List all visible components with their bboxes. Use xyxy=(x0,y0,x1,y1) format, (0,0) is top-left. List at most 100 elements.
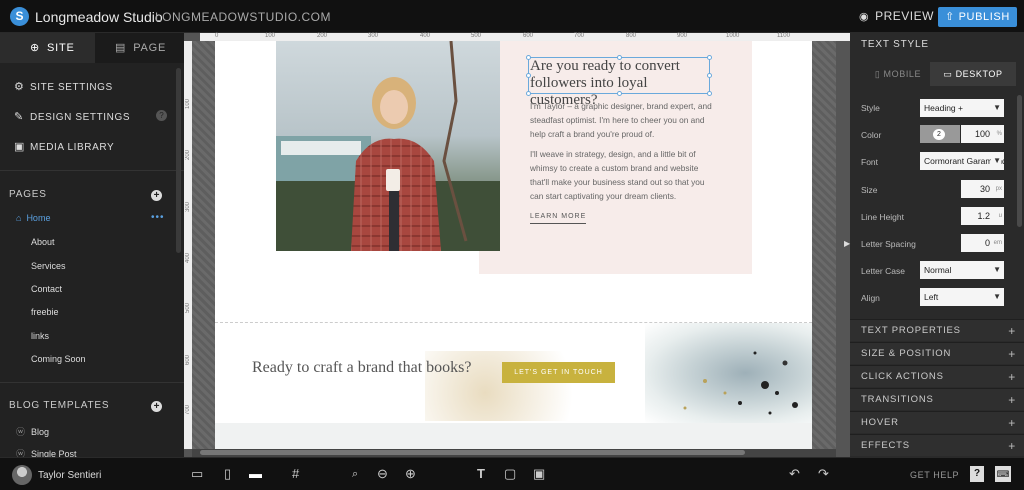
sidebar-item-site-settings[interactable]: ⚙ SITE SETTINGS xyxy=(14,80,113,93)
ruler-top: 0 100 200 300 400 500 600 700 800 900 10… xyxy=(200,33,850,41)
mobile-view-icon[interactable]: ▯ xyxy=(224,466,231,482)
tab-site-label: SITE xyxy=(47,42,75,54)
zoom-out-icon[interactable]: ⊖ xyxy=(377,466,388,482)
section-click-actions[interactable]: CLICK ACTIONS + xyxy=(850,365,1024,387)
page-item-contact[interactable]: Contact xyxy=(31,284,62,294)
letter-spacing-value: 0 xyxy=(984,238,990,248)
section-effects[interactable]: EFFECTS + xyxy=(850,434,1024,456)
style-label: Style xyxy=(861,103,880,113)
color-opacity-input[interactable]: 100% xyxy=(961,125,1004,143)
line-height-label: Line Height xyxy=(861,212,905,222)
zoom-fit-icon[interactable]: ⌕ xyxy=(352,468,358,481)
sidebar-item-media-library[interactable]: ▣ MEDIA LIBRARY xyxy=(14,140,114,153)
tablet-view-icon[interactable]: ▭ xyxy=(191,466,203,482)
tab-mobile[interactable]: ▯ MOBILE xyxy=(866,62,930,86)
app-title: Longmeadow Studio xyxy=(35,9,163,25)
preview-button[interactable]: ◉ PREVIEW xyxy=(859,9,934,23)
add-blog-template-button[interactable]: + xyxy=(151,401,162,412)
tab-desktop[interactable]: ▭ DESKTOP xyxy=(930,62,1016,86)
align-value: Left xyxy=(924,292,939,302)
page-item-home[interactable]: ⌂ Home xyxy=(16,213,50,223)
page-item-links[interactable]: links xyxy=(31,331,49,341)
help-icon[interactable]: ? xyxy=(156,110,167,121)
globe-icon: ⊕ xyxy=(30,42,41,54)
site-url[interactable]: LONGMEADOWSTUDIO.COM xyxy=(155,10,331,24)
section-text-properties[interactable]: TEXT PROPERTIES + xyxy=(850,319,1024,341)
keyboard-shortcuts-icon[interactable]: ⌨ xyxy=(995,466,1011,482)
ruler-tick: 1100 xyxy=(777,33,790,39)
sidebar-item-label: SITE SETTINGS xyxy=(30,82,113,93)
section-size-position[interactable]: SIZE & POSITION + xyxy=(850,342,1024,364)
section-label: CLICK ACTIONS xyxy=(861,371,944,382)
blog-templates-header: BLOG TEMPLATES xyxy=(9,400,110,411)
blog-template-blog[interactable]: ⓦ Blog xyxy=(16,425,49,438)
chevron-down-icon: ▼ xyxy=(993,265,1001,274)
align-select[interactable]: Left ▼ xyxy=(920,288,1004,306)
font-select[interactable]: Cormorant Garamond ▼ xyxy=(920,152,1004,170)
tab-page[interactable]: ▤ PAGE xyxy=(95,33,184,63)
gear-icon: ⚙ xyxy=(14,81,25,93)
portrait-illustration xyxy=(276,41,500,251)
section-transitions[interactable]: TRANSITIONS + xyxy=(850,388,1024,410)
user-name[interactable]: Taylor Sentieri xyxy=(38,470,101,481)
cta-banner-text[interactable]: Ready to craft a brand that books? xyxy=(252,359,471,377)
ruler-tick: 600 xyxy=(523,33,534,39)
collapse-panel-icon[interactable]: ▶ xyxy=(844,239,850,248)
letter-case-select[interactable]: Normal ▼ xyxy=(920,261,1004,279)
page-item-freebie[interactable]: freebie xyxy=(31,307,59,317)
publish-button[interactable]: ⇧ PUBLISH xyxy=(938,7,1017,27)
add-image-icon[interactable]: ▣ xyxy=(533,466,545,482)
redo-icon[interactable]: ↷ xyxy=(818,466,829,482)
desktop-view-icon[interactable]: ▬ xyxy=(249,466,262,481)
ruler-tick: 800 xyxy=(626,33,637,39)
portrait-photo[interactable] xyxy=(276,41,500,251)
ruler-tick: 300 xyxy=(368,33,379,39)
zoom-in-icon[interactable]: ⊕ xyxy=(405,466,416,482)
opacity-unit: % xyxy=(996,131,1002,137)
chevron-down-icon: ▼ xyxy=(993,103,1001,112)
letter-spacing-label: Letter Spacing xyxy=(861,239,916,249)
about-paragraph-1[interactable]: I'm Taylor – a graphic designer, brand e… xyxy=(530,99,712,141)
page-canvas[interactable]: Are you ready to convert followers into … xyxy=(215,41,812,449)
add-box-icon[interactable]: ▢ xyxy=(504,466,516,482)
sidebar-divider xyxy=(0,382,184,383)
undo-icon[interactable]: ↶ xyxy=(789,466,800,482)
add-page-button[interactable]: + xyxy=(151,190,162,201)
ruler-tick: 700 xyxy=(185,405,191,416)
app-logo-icon[interactable]: S xyxy=(10,7,29,26)
section-hover[interactable]: HOVER + xyxy=(850,411,1024,433)
about-paragraph-2[interactable]: I'll weave in strategy, design, and a li… xyxy=(530,147,712,203)
grid-icon[interactable]: # xyxy=(292,466,299,481)
line-height-input[interactable]: 1.2 u xyxy=(961,207,1004,225)
section-label: TRANSITIONS xyxy=(861,394,934,405)
page-item-coming-soon[interactable]: Coming Soon xyxy=(31,354,86,364)
get-in-touch-button[interactable]: LET'S GET IN TOUCH xyxy=(502,362,615,383)
letter-spacing-input[interactable]: 0 em xyxy=(961,234,1004,252)
sidebar-item-design-settings[interactable]: ✎ DESIGN SETTINGS xyxy=(14,110,130,123)
sidebar-scrollbar[interactable] xyxy=(176,68,181,253)
panel-scrollbar[interactable] xyxy=(1017,95,1022,227)
get-help-link[interactable]: GET HELP xyxy=(910,470,959,480)
watercolor-decoration xyxy=(645,323,812,423)
ruler-tick: 100 xyxy=(185,99,191,110)
panel-title: TEXT STYLE xyxy=(861,39,929,50)
add-text-icon[interactable]: T xyxy=(477,466,485,481)
style-select[interactable]: Heading + ▼ xyxy=(920,99,1004,117)
ruler-tick: 1000 xyxy=(726,33,740,39)
sidebar-item-label: DESIGN SETTINGS xyxy=(30,112,131,123)
help-icon[interactable]: ? xyxy=(970,466,984,482)
ruler-tick: 900 xyxy=(677,33,688,39)
style-value: Heading + xyxy=(924,103,963,113)
tab-site[interactable]: ⊕ SITE xyxy=(0,33,95,63)
page-item-about[interactable]: About xyxy=(31,237,55,247)
page-item-services[interactable]: Services xyxy=(31,261,66,271)
next-section-strip xyxy=(215,423,812,449)
plus-icon: + xyxy=(1008,370,1016,384)
size-input[interactable]: 30 px xyxy=(961,180,1004,198)
avatar[interactable] xyxy=(12,465,32,485)
canvas-margin-right xyxy=(812,41,836,449)
letter-case-value: Normal xyxy=(924,265,952,275)
learn-more-link[interactable]: LEARN MORE xyxy=(530,213,587,224)
home-menu-icon[interactable]: ••• xyxy=(151,212,165,223)
canvas-scroll-thumb[interactable] xyxy=(200,450,745,455)
